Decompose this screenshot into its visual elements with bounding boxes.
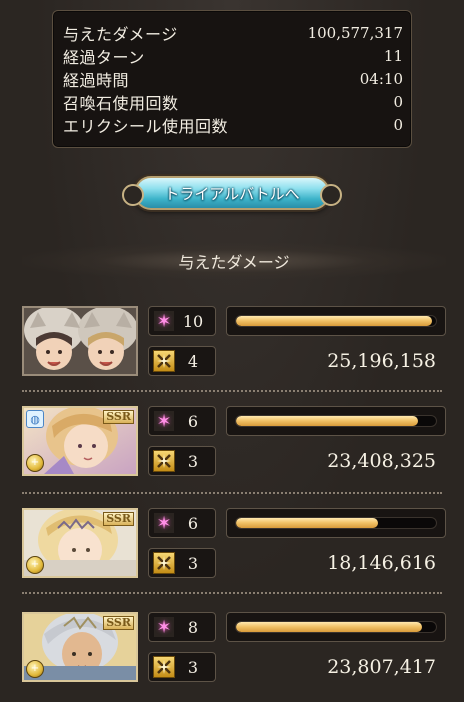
sparkle-icon: ✶ — [154, 411, 174, 432]
ability-count: 6 — [187, 411, 199, 431]
ougi-count: 3 — [187, 553, 199, 573]
stat-label: 召喚石使用回数 — [63, 93, 179, 113]
trial-battle-button[interactable]: トライアルバトルへ — [122, 176, 342, 210]
sparkle-icon: ✶ — [154, 311, 174, 332]
damage-bar-fill — [236, 622, 422, 632]
damage-value: 23,807,417 — [327, 656, 436, 678]
ougi-count-pill: 3 — [148, 446, 216, 476]
ougi-count-pill: 3 — [148, 548, 216, 578]
stat-label: エリクシール使用回数 — [63, 116, 229, 136]
charge-attack-icon — [153, 656, 175, 678]
light-element-icon: + — [26, 454, 44, 472]
ability-count-pill: ✶ 10 — [148, 306, 216, 336]
damage-bar — [226, 406, 446, 436]
ability-count: 10 — [182, 311, 204, 331]
character-portrait[interactable]: SSR + — [22, 612, 138, 682]
ability-count: 6 — [187, 513, 199, 533]
charge-attack-icon — [153, 350, 175, 372]
damage-value: 18,146,616 — [327, 552, 436, 574]
trial-battle-button-label: トライアルバトルへ — [164, 184, 300, 203]
character-row: ◍ SSR + ✶ 6 3 23,408,325 — [22, 406, 446, 486]
stat-label: 経過ターン — [63, 47, 145, 67]
row-divider — [22, 390, 442, 392]
ougi-count: 3 — [187, 657, 199, 677]
section-title: 与えたダメージ — [178, 253, 290, 272]
light-element-icon: + — [26, 556, 44, 574]
ability-count-pill: ✶ 8 — [148, 612, 216, 642]
damage-bar — [226, 306, 446, 336]
battle-result-page: 与えたダメージ 100,577,317 経過ターン 11 経過時間 04:10 … — [0, 0, 464, 702]
damage-value: 23,408,325 — [327, 450, 436, 472]
character-row: SSR + ✶ 6 3 18,146,616 — [22, 508, 446, 588]
character-portrait[interactable] — [22, 306, 138, 376]
row-divider — [22, 592, 442, 594]
ougi-count: 3 — [187, 451, 199, 471]
row-divider — [22, 492, 442, 494]
stat-value: 0 — [393, 115, 403, 134]
stat-row-elixirs: エリクシール使用回数 0 — [63, 113, 403, 136]
battle-stats-panel: 与えたダメージ 100,577,317 経過ターン 11 経過時間 04:10 … — [52, 10, 412, 148]
wolf-hood-portrait-icon — [24, 308, 136, 374]
ability-count: 8 — [187, 617, 199, 637]
ougi-count-pill: 3 — [148, 652, 216, 682]
stat-row-summons: 召喚石使用回数 0 — [63, 90, 403, 113]
damage-bar-fill — [236, 416, 418, 426]
sparkle-icon: ✶ — [154, 617, 174, 638]
charge-attack-icon — [153, 552, 175, 574]
ougi-count: 4 — [187, 351, 199, 371]
stat-label: 経過時間 — [63, 70, 130, 90]
stat-value: 100,577,317 — [307, 23, 403, 42]
rarity-badge: SSR — [103, 616, 134, 630]
damage-bar-fill — [236, 518, 378, 528]
character-row: SSR + ✶ 8 3 23,807,417 — [22, 612, 446, 692]
damage-bar — [226, 508, 446, 538]
sparkle-icon: ✶ — [154, 513, 174, 534]
stat-row-turns: 経過ターン 11 — [63, 44, 403, 67]
damage-value: 25,196,158 — [327, 350, 436, 372]
stat-row-damage: 与えたダメージ 100,577,317 — [63, 21, 403, 44]
stat-row-time: 経過時間 04:10 — [63, 67, 403, 90]
charge-attack-icon — [153, 450, 175, 472]
character-row: ✶ 10 4 25,196,158 — [22, 306, 446, 386]
character-portrait[interactable]: ◍ SSR + — [22, 406, 138, 476]
ability-count-pill: ✶ 6 — [148, 508, 216, 538]
stat-value: 11 — [383, 46, 403, 65]
stat-value: 0 — [393, 92, 403, 111]
rarity-badge: SSR — [103, 410, 134, 424]
character-portrait[interactable]: SSR + — [22, 508, 138, 578]
damage-bar — [226, 612, 446, 642]
stat-label: 与えたダメージ — [63, 24, 178, 44]
light-element-icon: + — [26, 660, 44, 678]
damage-section-header: 与えたダメージ — [22, 243, 446, 279]
stat-value: 04:10 — [359, 69, 403, 88]
rarity-badge: SSR — [103, 512, 134, 526]
ability-count-pill: ✶ 6 — [148, 406, 216, 436]
ring-job-icon: ◍ — [26, 410, 44, 428]
ougi-count-pill: 4 — [148, 346, 216, 376]
damage-bar-fill — [236, 316, 432, 326]
